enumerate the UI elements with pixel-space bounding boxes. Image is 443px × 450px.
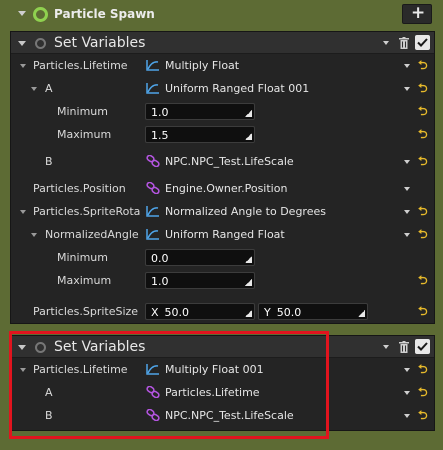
y-axis-label: Y [264, 306, 271, 319]
drag-handle-icon[interactable] [245, 310, 252, 317]
module-1-title: Set Variables [54, 35, 146, 51]
param-label: Minimum [57, 251, 108, 264]
angle-minimum-value: 0.0 [151, 252, 169, 265]
minimum-value: 1.0 [151, 106, 169, 119]
reset-arrow-icon[interactable]: ⮌ [418, 228, 428, 240]
sprite-size-x-input[interactable]: X 50.0 [145, 303, 255, 320]
x-value: 50.0 [164, 306, 190, 319]
trash-icon[interactable] [399, 37, 409, 49]
param-row-sprite-size: Particles.SpriteSize X 50.0 Y 50.0 ⮌ [11, 300, 434, 323]
minimum-input[interactable]: 1.0 [145, 103, 255, 120]
param-row-maximum: Maximum 1.5 ⮌ [11, 123, 434, 146]
param-value[interactable]: Multiply Float [165, 59, 239, 72]
add-module-button[interactable]: + [402, 3, 432, 24]
param-label: A [45, 82, 53, 95]
emitter-stage-title: Particle Spawn [54, 7, 155, 21]
value-dropdown-icon[interactable] [404, 64, 410, 68]
param-row-b: B NPC.NPC_Test.LifeScale ⮌ [11, 150, 434, 173]
function-curve-icon [146, 82, 160, 97]
module-options-dropdown-icon[interactable] [383, 41, 389, 45]
reset-arrow-icon[interactable]: ⮌ [418, 274, 428, 286]
angle-maximum-value: 1.0 [151, 275, 169, 288]
y-value: 50.0 [276, 306, 302, 319]
value-dropdown-icon[interactable] [404, 210, 410, 214]
highlight-box [9, 331, 329, 439]
param-value[interactable]: NPC.NPC_Test.LifeScale [165, 155, 294, 168]
enabled-ring-icon[interactable] [35, 38, 46, 49]
reset-arrow-icon[interactable]: ⮌ [418, 205, 428, 217]
value-dropdown-icon[interactable] [404, 187, 410, 191]
link-icon [146, 154, 160, 170]
param-row-normalized-angle: NormalizedAngle Uniform Ranged Float ⮌ [11, 223, 434, 246]
reset-arrow-icon[interactable]: ⮌ [418, 363, 428, 375]
check-icon [417, 38, 428, 47]
param-value[interactable]: Normalized Angle to Degrees [165, 205, 326, 218]
param-label: Particles.Lifetime [33, 59, 128, 72]
param-label: Maximum [57, 128, 112, 141]
collapse-arrow-icon[interactable] [18, 41, 26, 46]
reset-arrow-icon[interactable]: ⮌ [418, 82, 428, 94]
drag-handle-icon[interactable] [358, 310, 365, 317]
x-axis-label: X [151, 306, 159, 319]
drag-handle-icon[interactable] [245, 279, 252, 286]
function-curve-icon [146, 205, 160, 220]
value-dropdown-icon[interactable] [404, 160, 410, 164]
reset-arrow-icon[interactable]: ⮌ [418, 128, 428, 140]
module-1-header: Set Variables [11, 32, 434, 54]
drag-handle-icon[interactable] [245, 133, 252, 140]
enabled-checkbox[interactable] [415, 339, 430, 354]
expand-arrow-icon[interactable] [20, 210, 26, 214]
param-label: NormalizedAngle [45, 228, 139, 241]
angle-maximum-input[interactable]: 1.0 [145, 272, 255, 289]
maximum-value: 1.5 [151, 129, 169, 142]
reset-arrow-icon[interactable]: ⮌ [418, 386, 428, 398]
reset-arrow-icon[interactable]: ⮌ [418, 59, 428, 71]
param-row-a: A Uniform Ranged Float 001 ⮌ [11, 77, 434, 100]
param-value[interactable]: Uniform Ranged Float [165, 228, 285, 241]
reset-arrow-icon[interactable]: ⮌ [418, 155, 428, 167]
expand-arrow-icon[interactable] [20, 64, 26, 68]
collapse-arrow-icon[interactable] [18, 11, 26, 16]
reset-arrow-icon[interactable]: ⮌ [418, 409, 428, 421]
param-row-angle-maximum: Maximum 1.0 ⮌ [11, 269, 434, 292]
param-label: Minimum [57, 105, 108, 118]
expand-arrow-icon[interactable] [31, 87, 37, 91]
value-dropdown-icon[interactable] [404, 233, 410, 237]
reset-arrow-icon[interactable]: ⮌ [418, 105, 428, 117]
module-options-dropdown-icon[interactable] [383, 345, 389, 349]
emitter-stage-header: Particle Spawn + [10, 3, 435, 26]
param-row-position: Particles.Position Engine.Owner.Position [11, 177, 434, 200]
function-curve-icon [146, 59, 160, 74]
param-label: Maximum [57, 274, 112, 287]
plus-icon: + [411, 3, 426, 23]
value-dropdown-icon[interactable] [404, 391, 410, 395]
trash-icon[interactable] [399, 341, 409, 353]
drag-handle-icon[interactable] [245, 110, 252, 117]
link-icon [146, 181, 160, 197]
param-label: Particles.SpriteSize [33, 305, 139, 318]
value-dropdown-icon[interactable] [404, 368, 410, 372]
param-row-lifetime: Particles.Lifetime Multiply Float ⮌ [11, 54, 434, 77]
expand-arrow-icon[interactable] [31, 233, 37, 237]
value-dropdown-icon[interactable] [404, 87, 410, 91]
maximum-input[interactable]: 1.5 [145, 126, 255, 143]
param-value[interactable]: Engine.Owner.Position [165, 182, 287, 195]
sprite-size-y-input[interactable]: Y 50.0 [258, 303, 368, 320]
enabled-checkbox[interactable] [415, 35, 430, 50]
param-row-sprite-rotation: Particles.SpriteRota Normalized Angle to… [11, 200, 434, 223]
enabled-ring-icon[interactable] [33, 7, 48, 22]
reset-arrow-icon[interactable]: ⮌ [418, 305, 428, 317]
param-value[interactable]: Uniform Ranged Float 001 [165, 82, 309, 95]
param-label: B [45, 155, 53, 168]
param-label: Particles.SpriteRota [33, 205, 141, 218]
drag-handle-icon[interactable] [245, 256, 252, 263]
function-curve-icon [146, 228, 160, 243]
param-row-minimum: Minimum 1.0 ⮌ [11, 100, 434, 123]
set-variables-module-1: Set Variables Particles.Lifetime Multipl… [10, 31, 435, 324]
param-row-angle-minimum: Minimum 0.0 [11, 246, 434, 269]
check-icon [417, 342, 428, 351]
angle-minimum-input[interactable]: 0.0 [145, 249, 255, 266]
value-dropdown-icon[interactable] [404, 414, 410, 418]
param-label: Particles.Position [33, 182, 126, 195]
